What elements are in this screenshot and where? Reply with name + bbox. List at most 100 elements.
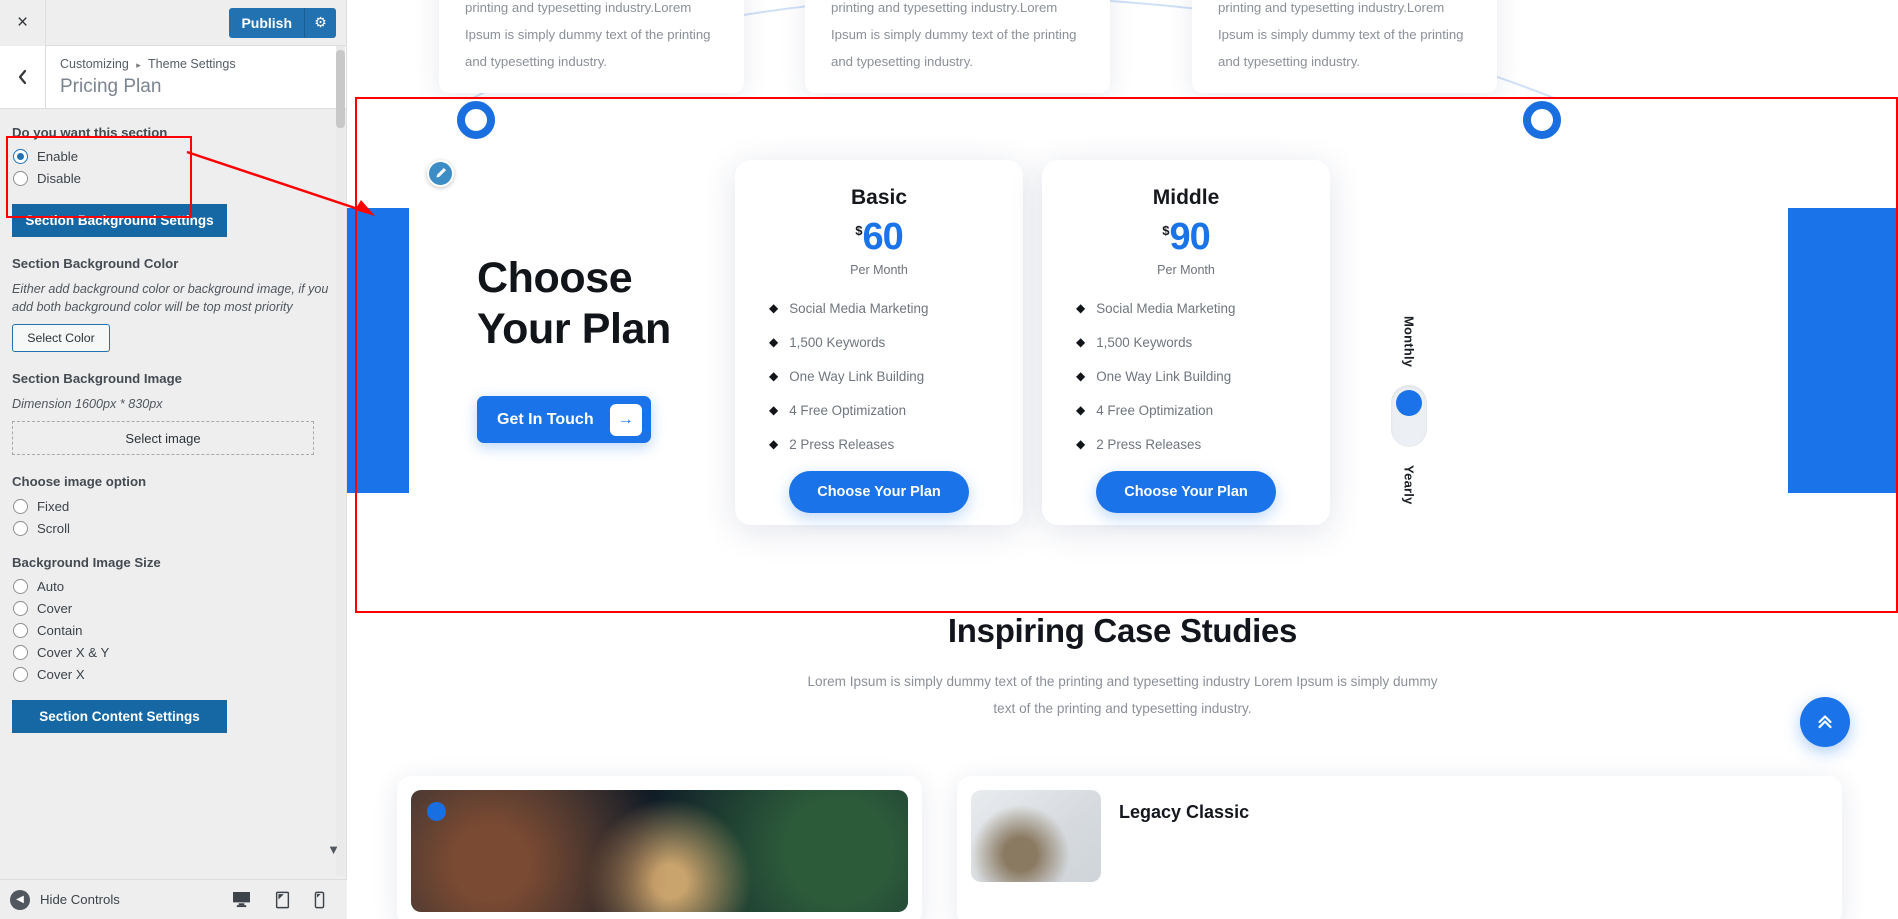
close-icon[interactable]: ×: [0, 0, 46, 46]
customizer-scrollbar-track[interactable]: [336, 46, 345, 876]
plan-feature-item: ◆ 2 Press Releases: [769, 437, 989, 452]
plan-feature-item: ◆ 2 Press Releases: [1076, 437, 1296, 452]
diamond-bullet-icon: ◆: [1076, 437, 1086, 451]
choose-plan-button[interactable]: Choose Your Plan: [1096, 470, 1276, 513]
customizer-topbar: × Publish ⚙: [0, 0, 346, 46]
blue-dot-icon: [427, 802, 446, 821]
radio-icon[interactable]: [13, 149, 28, 165]
plan-feature-list: ◆ Social Media Marketing ◆ 1,500 Keywords …: [1076, 301, 1296, 452]
radio-icon[interactable]: [13, 601, 28, 617]
edit-pencil-icon[interactable]: [427, 160, 454, 187]
diamond-bullet-icon: ◆: [1076, 403, 1086, 417]
get-in-touch-label: Get In Touch: [497, 410, 594, 428]
chevron-left-glyph: [18, 69, 27, 85]
customizer-controls: Do you want this section Enable Disable …: [0, 110, 346, 879]
radio-icon[interactable]: [13, 171, 28, 187]
pricing-plan-section: Choose Your Plan Get In Touch → Basic $ …: [347, 98, 1898, 613]
case-studies-subtitle: Lorem Ipsum is simply dummy text of the …: [807, 674, 1438, 717]
radio-icon[interactable]: [13, 579, 28, 595]
mobile-icon[interactable]: [314, 891, 325, 909]
desktop-icon[interactable]: [232, 891, 251, 909]
hide-controls-label: Hide Controls: [40, 892, 120, 907]
plan-feature-item: ◆ 4 Free Optimization: [1076, 403, 1296, 418]
radio-cover[interactable]: Cover: [13, 601, 330, 617]
decorative-ring-icon: [457, 101, 495, 139]
diamond-bullet-icon: ◆: [769, 301, 779, 315]
customizer-scrollbar-thumb[interactable]: [336, 50, 345, 128]
billing-toggle-switch[interactable]: [1391, 385, 1427, 448]
plan-price-block: $ 90 Per Month: [1076, 218, 1296, 277]
radio-label: Cover X & Y: [37, 645, 110, 661]
feature-cards-row: printing and typesetting industry.Lorem …: [347, 0, 1898, 93]
diamond-bullet-icon: ◆: [769, 437, 779, 451]
case-study-photo: [411, 790, 908, 912]
plan-feature-item: ◆ 4 Free Optimization: [769, 403, 989, 418]
case-study-card-left[interactable]: [397, 776, 922, 919]
breadcrumb-root[interactable]: Customizing: [60, 57, 129, 71]
radio-fixed[interactable]: Fixed: [13, 498, 330, 514]
plan-feature-label: 2 Press Releases: [1096, 436, 1202, 452]
choose-plan-button[interactable]: Choose Your Plan: [789, 470, 969, 513]
hide-controls-button[interactable]: ◀ Hide Controls: [0, 889, 120, 910]
select-image-button[interactable]: Select image: [12, 421, 314, 456]
gear-icon[interactable]: ⚙: [304, 7, 336, 38]
control-label: Choose image option: [12, 474, 147, 490]
decorative-ring-icon: [1523, 101, 1561, 139]
theme-preview-frame: printing and typesetting industry.Lorem …: [347, 0, 1898, 919]
mobile-glyph: [314, 891, 325, 908]
diamond-bullet-icon: ◆: [1076, 369, 1086, 383]
customizer-footer: ◀ Hide Controls: [0, 879, 347, 919]
feature-card: printing and typesetting industry.Lorem …: [805, 0, 1110, 93]
pencil-glyph: [436, 167, 447, 178]
radio-label: Cover X: [37, 667, 85, 683]
breadcrumb-parent[interactable]: Theme Settings: [148, 57, 236, 71]
section-content-settings-button[interactable]: Section Content Settings: [12, 700, 227, 734]
arrow-right-icon: →: [609, 403, 642, 436]
control-label: Do you want this section: [12, 125, 168, 140]
radio-cover-x[interactable]: Cover X: [13, 667, 330, 683]
radio-contain[interactable]: Contain: [13, 623, 330, 639]
plan-feature-item: ◆ Social Media Marketing: [1076, 301, 1296, 316]
radio-cover-xy[interactable]: Cover X & Y: [13, 645, 330, 661]
chevron-down-icon[interactable]: ▼: [327, 842, 340, 857]
billing-toggle[interactable]: Monthly Yearly: [1387, 316, 1431, 505]
customizer-sidebar: × Publish ⚙ Customizing ▸ Theme Settings…: [0, 0, 347, 919]
radio-icon[interactable]: [13, 645, 28, 661]
radio-label: Scroll: [37, 520, 70, 536]
radio-label: Disable: [37, 171, 81, 187]
radio-icon[interactable]: [13, 520, 28, 536]
device-preview-group: [232, 891, 347, 909]
tablet-icon[interactable]: [275, 891, 290, 909]
decorative-blue-rect-left: [347, 208, 409, 493]
plan-period: Per Month: [1157, 263, 1215, 277]
case-study-card-right[interactable]: Legacy Classic: [957, 776, 1842, 919]
section-background-settings-button[interactable]: Section Background Settings: [12, 204, 227, 238]
radio-scroll[interactable]: Scroll: [13, 520, 330, 536]
case-studies-section: Inspiring Case Studies Lorem Ipsum is si…: [347, 600, 1898, 919]
case-studies-title: Inspiring Case Studies: [947, 612, 1298, 649]
feature-card: printing and typesetting industry.Lorem …: [1192, 0, 1497, 93]
control-background-image: Section Background Image Dimension 1600p…: [12, 370, 330, 456]
plan-price: 90: [1169, 216, 1210, 258]
publish-button[interactable]: Publish: [229, 7, 304, 38]
radio-label: Enable: [37, 149, 79, 165]
radio-icon[interactable]: [13, 667, 28, 683]
radio-auto[interactable]: Auto: [13, 579, 330, 595]
scroll-to-top-button[interactable]: [1800, 697, 1850, 747]
radio-icon[interactable]: [13, 498, 28, 514]
back-chevron-icon[interactable]: [0, 46, 46, 108]
radio-enable[interactable]: Enable: [13, 149, 330, 165]
collapse-arrow-icon: ◀: [10, 889, 30, 910]
radio-disable[interactable]: Disable: [13, 171, 330, 187]
plan-feature-label: Social Media Marketing: [789, 300, 929, 316]
plan-feature-item: ◆ One Way Link Building: [769, 369, 989, 384]
billing-toggle-yearly-label: Yearly: [1401, 465, 1417, 505]
control-image-option: Choose image option Fixed Scroll: [12, 473, 330, 536]
plan-feature-label: Social Media Marketing: [1096, 300, 1236, 316]
plan-feature-label: One Way Link Building: [789, 368, 925, 384]
radio-icon[interactable]: [13, 623, 28, 639]
get-in-touch-button[interactable]: Get In Touch →: [477, 396, 651, 444]
screen-root: printing and typesetting industry.Lorem …: [0, 0, 1898, 919]
billing-toggle-knob[interactable]: [1396, 390, 1422, 417]
select-color-button[interactable]: Select Color: [12, 324, 110, 353]
